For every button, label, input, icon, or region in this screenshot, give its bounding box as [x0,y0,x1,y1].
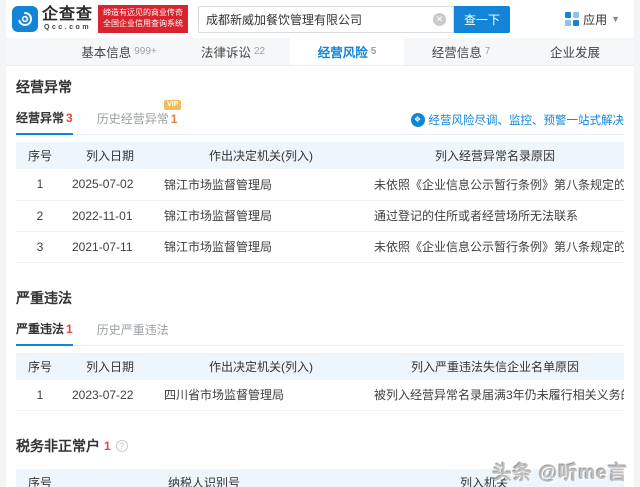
risk-promo-link[interactable]: ❖ 经营风险尽调、监控、预警一站式解决 [410,112,625,134]
table-header-row: 序号 列入日期 作出决定机关(列入) 列入经营异常名录原因 [16,142,624,169]
section-title-abnormal: 经营异常 [16,79,72,95]
cell-seq: 2 [16,200,64,232]
cell-date: 2025-07-02 [64,169,156,201]
tab-label: 法律诉讼 [200,46,251,60]
brand-name: 企查查 [42,6,94,23]
table-row: 3 2021-07-11 锦江市场监督管理局 未依照《企业信息公示暂行条例》第八… [16,231,624,263]
brand-text: 企查查 Qcc.com [42,6,94,32]
subtab-count: 1 [170,112,178,126]
col-header-reason: 列入严重违法失信企业名单原因 [366,352,624,380]
tab-label: 基本信息 [81,46,132,60]
vip-badge: VIP [164,100,182,110]
col-header-date: 列入日期 [64,142,156,169]
tab-label: 企业发展 [549,46,600,60]
apps-grid-icon [565,12,580,26]
cell-reason: 通过登记的住所或者经营场所无法联系 [366,200,624,232]
search-box: ✕ [198,5,455,33]
section-operating-abnormal: 经营异常 经营异常 3 历史经营异常 1 VIP ❖ 经营风险尽调、监控、预警一站式… [16,66,624,263]
tab-count: 22 [253,46,266,57]
subtab-count: 3 [66,111,73,125]
col-header-taxpayer-id: 纳税人识别号 [64,469,344,487]
tab-count: 999+ [134,46,157,57]
apps-menu[interactable]: 应用 ▼ [565,11,620,28]
apps-label: 应用 [583,12,608,27]
cell-reason: 未依照《企业信息公示暂行条例》第八条规定的期限公示年度报告 [366,231,624,263]
cell-seq: 1 [16,379,64,411]
col-header-authority: 作出决定机关(列入) [156,142,366,169]
col-header-seq: 序号 [16,469,64,487]
page-container: 企查查 Qcc.com 缔造有远见的商业传奇 全国企业信用查询系统 ✕ 查一下 … [6,0,634,487]
abnormal-subtab-row: 经营异常 3 历史经营异常 1 VIP ❖ 经营风险尽调、监控、预警一站式解决 [16,100,625,135]
tab-count: 7 [484,46,491,57]
subtab-abnormal-history[interactable]: 历史经营异常 1 VIP [96,100,182,134]
cell-reason: 被列入经营异常名录届满3年仍未履行相关义务的 [366,379,624,411]
col-header-seq: 序号 [16,142,64,169]
slogan-line2: 全国企业信用查询系统 [103,19,184,28]
brand-domain: Qcc.com [43,24,92,31]
tab-company-development[interactable]: 企业发展 [518,38,632,65]
main-content: 经营异常 经营异常 3 历史经营异常 1 VIP ❖ 经营风险尽调、监控、预警一站式… [6,66,634,487]
col-header-seq: 序号 [16,352,64,380]
tab-operating-risk[interactable]: 经营风险 5 [290,38,404,65]
search-input[interactable] [206,12,434,26]
cell-authority: 锦江市场监督管理局 [156,169,366,201]
section-title-tax: 税务非正常户 1 ? [16,425,624,456]
clear-search-icon[interactable]: ✕ [433,12,447,26]
violation-table: 序号 列入日期 作出决定机关(列入) 列入严重违法失信企业名单原因 1 2023… [16,352,624,411]
table-header-row: 序号 列入日期 作出决定机关(列入) 列入严重违法失信企业名单原因 [16,352,624,380]
brand-slogan: 缔造有远见的商业传奇 全国企业信用查询系统 [98,5,189,33]
tab-legal-litigation[interactable]: 法律诉讼 22 [176,38,290,65]
table-row: 2 2022-11-01 锦江市场监督管理局 通过登记的住所或者经营场所无法联系 [16,200,624,232]
tab-label: 经营风险 [317,46,368,60]
cell-date: 2023-07-22 [64,379,156,411]
table-row: 1 2023-07-22 四川省市场监督管理局 被列入经营异常名录届满3年仍未履… [16,379,624,411]
qcc-logo[interactable]: 企查查 Qcc.com 缔造有远见的商业传奇 全国企业信用查询系统 [12,5,189,33]
tab-basic-info[interactable]: 基本信息 999+ [62,38,176,65]
cell-date: 2021-07-11 [64,231,156,263]
subtab-violation-current[interactable]: 严重违法 1 [16,320,73,346]
table-row: 1 2025-07-02 锦江市场监督管理局 未依照《企业信息公示暂行条例》第八… [16,169,624,201]
subtab-count: 1 [66,321,73,336]
qcc-logo-icon [12,6,38,32]
subtab-abnormal-current[interactable]: 经营异常 3 [16,109,73,135]
section-serious-violation: 严重违法 严重违法 1 历史严重违法 序号 列入日期 作出决定机关(列入) 列入严… [16,277,624,411]
cell-date: 2022-11-01 [64,200,156,232]
cell-authority: 四川省市场监督管理局 [156,379,366,411]
tab-operating-info[interactable]: 经营信息 7 [404,38,518,65]
subtab-label: 严重违法 [16,321,65,336]
col-header-authority: 作出决定机关(列入) [156,352,366,380]
cell-seq: 1 [16,169,64,201]
tax-count: 1 [104,439,111,453]
violation-subtab-row: 严重违法 1 历史严重违法 [16,320,624,346]
subtab-label: 历史经营异常 [96,112,169,126]
top-header: 企查查 Qcc.com 缔造有远见的商业传奇 全国企业信用查询系统 ✕ 查一下 … [6,0,634,38]
col-header-date: 列入日期 [64,352,156,380]
watermark: 头条 @听me言 [492,463,628,484]
slogan-line1: 缔造有远见的商业传奇 [103,8,184,18]
cell-reason: 未依照《企业信息公示暂行条例》第八条规定的期限公示年度报告 [366,169,624,201]
col-header-reason: 列入经营异常名录原因 [366,142,624,169]
search-bar: ✕ 查一下 [198,5,511,33]
tab-count: 5 [370,46,377,57]
cell-authority: 锦江市场监督管理局 [156,231,366,263]
promo-icon: ❖ [410,113,425,127]
chevron-down-icon: ▼ [611,14,620,24]
abnormal-table: 序号 列入日期 作出决定机关(列入) 列入经营异常名录原因 1 2025-07-… [16,142,624,263]
section-title-violation: 严重违法 [16,289,72,306]
subtab-violation-history[interactable]: 历史严重违法 [97,321,169,345]
tab-intellectual-property[interactable]: 知识产 [632,38,634,65]
cell-authority: 锦江市场监督管理局 [156,200,366,232]
subtab-label: 历史严重违法 [96,322,169,337]
subtab-label: 经营异常 [16,111,65,125]
tab-label: 经营信息 [431,46,482,60]
promo-text: 经营风险尽调、监控、预警一站式解决 [428,115,625,127]
help-icon[interactable]: ? [115,440,128,452]
tax-title-text: 税务非正常户 [16,438,100,454]
nav-tab-bar: 基本信息 999+ 法律诉讼 22 经营风险 5 经营信息 7 企业发展 知识产 [6,38,634,66]
search-button[interactable]: 查一下 [454,5,511,33]
cell-seq: 3 [16,231,64,263]
